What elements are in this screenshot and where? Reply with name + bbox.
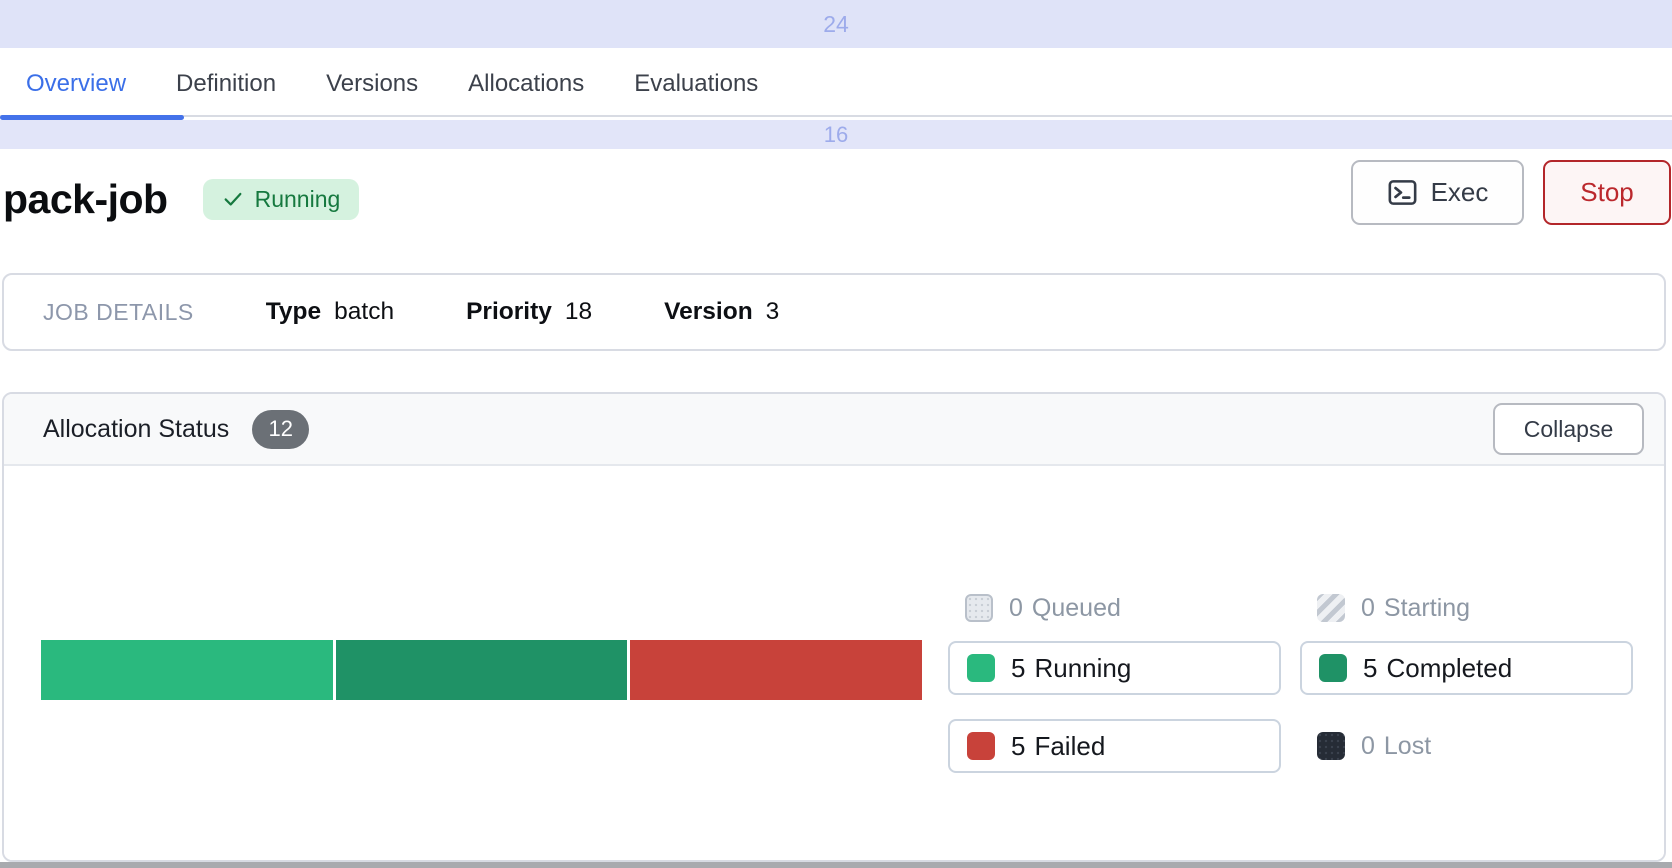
active-tab-underline	[0, 115, 184, 120]
running-swatch-icon	[967, 654, 995, 682]
completed-label: Completed	[1386, 653, 1512, 684]
job-detail-type: Type batch	[266, 298, 394, 326]
legend-item-starting: 0 Starting	[1300, 581, 1633, 635]
priority-value: 18	[565, 298, 592, 326]
middle-spacer-label: 16	[824, 122, 848, 148]
failed-count: 5	[1011, 731, 1025, 762]
allocation-status-panel: Allocation Status 12 Collapse 0 Queued 0…	[2, 392, 1666, 862]
type-value: batch	[334, 298, 394, 326]
status-badge-label: Running	[255, 186, 341, 213]
top-spacer-label: 24	[823, 11, 849, 38]
job-details-box: JOB DETAILS Type batch Priority 18 Versi…	[2, 273, 1666, 351]
stop-button-label: Stop	[1580, 177, 1634, 208]
top-spacer-bar: 24	[0, 0, 1672, 48]
failed-swatch-icon	[967, 732, 995, 760]
allocation-status-body: 0 Queued 0 Starting 5 Running 5 Complete…	[4, 466, 1664, 860]
legend-item-failed[interactable]: 5 Failed	[948, 719, 1281, 773]
failed-label: Failed	[1034, 731, 1105, 762]
version-value: 3	[766, 298, 780, 326]
bar-segment-failed[interactable]	[630, 640, 922, 700]
queued-count: 0	[1009, 594, 1023, 623]
starting-label: Starting	[1384, 594, 1470, 623]
job-detail-priority: Priority 18	[466, 298, 592, 326]
starting-swatch-icon	[1317, 594, 1345, 622]
stop-button[interactable]: Stop	[1543, 160, 1671, 225]
running-count: 5	[1011, 653, 1025, 684]
queued-label: Queued	[1032, 594, 1121, 623]
exec-button-label: Exec	[1431, 177, 1489, 208]
collapse-button[interactable]: Collapse	[1493, 403, 1644, 455]
job-detail-version: Version 3	[664, 298, 779, 326]
tab-evaluations[interactable]: Evaluations	[609, 70, 783, 98]
tab-overview[interactable]: Overview	[1, 70, 151, 98]
type-label: Type	[266, 298, 321, 326]
page-title: pack-job	[3, 176, 168, 223]
job-tab-bar: Overview Definition Versions Allocations…	[0, 48, 1672, 120]
version-label: Version	[664, 298, 753, 326]
legend-item-running[interactable]: 5 Running	[948, 641, 1281, 695]
lost-count: 0	[1361, 732, 1375, 761]
completed-swatch-icon	[1319, 654, 1347, 682]
status-badge: Running	[203, 179, 360, 220]
allocation-count-badge: 12	[252, 410, 309, 449]
bar-segment-completed[interactable]	[336, 640, 628, 700]
tab-versions[interactable]: Versions	[301, 70, 443, 98]
tab-allocations[interactable]: Allocations	[443, 70, 609, 98]
legend-item-completed[interactable]: 5 Completed	[1300, 641, 1633, 695]
tab-definition[interactable]: Definition	[151, 70, 301, 98]
queued-swatch-icon	[965, 594, 993, 622]
allocation-status-header: Allocation Status 12 Collapse	[4, 394, 1664, 466]
bar-segment-running[interactable]	[41, 640, 333, 700]
job-details-label: JOB DETAILS	[43, 299, 194, 326]
priority-label: Priority	[466, 298, 552, 326]
legend-item-lost: 0 Lost	[1300, 719, 1633, 773]
running-label: Running	[1034, 653, 1131, 684]
terminal-icon	[1387, 177, 1418, 208]
allocation-stacked-bar	[41, 640, 922, 700]
lost-label: Lost	[1384, 732, 1431, 761]
lost-swatch-icon	[1317, 732, 1345, 760]
bottom-divider	[0, 862, 1672, 868]
check-icon	[222, 188, 244, 210]
completed-count: 5	[1363, 653, 1377, 684]
legend-item-queued: 0 Queued	[948, 581, 1281, 635]
exec-button[interactable]: Exec	[1351, 160, 1524, 225]
starting-count: 0	[1361, 594, 1375, 623]
middle-spacer-bar: 16	[0, 120, 1672, 149]
allocation-status-title: Allocation Status	[43, 415, 229, 444]
